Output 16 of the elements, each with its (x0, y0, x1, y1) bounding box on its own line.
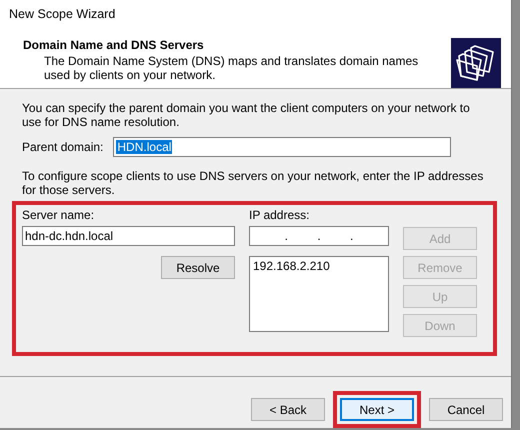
parent-domain-label: Parent domain: (22, 140, 104, 154)
ip-address-label: IP address: (249, 208, 310, 222)
back-button[interactable]: < Back (251, 398, 325, 421)
window-title: New Scope Wizard (9, 6, 116, 21)
server-name-field[interactable]: hdn-dc.hdn.local (22, 226, 235, 246)
parent-domain-field[interactable]: HDN.local (113, 137, 452, 157)
ip-address-field[interactable]: . . . (249, 226, 389, 246)
intro-text: You can specify the parent domain you want the client computers on your network to use for DNS name resolution. (21, 101, 471, 129)
servers-intro-text: To configure scope clients to use DNS servers on your network, enter the IP addresses for those servers. (21, 169, 484, 197)
ip-list-item[interactable]: 192.168.2.210 (252, 259, 386, 273)
page-description: The Domain Name System (DNS) maps and translates domain names used by clients on your network. (43, 54, 420, 82)
next-button[interactable]: Next > (340, 398, 414, 421)
page-title: Domain Name and DNS Servers (23, 38, 205, 52)
cancel-button[interactable]: Cancel (429, 398, 503, 421)
server-name-label: Server name: (22, 208, 96, 222)
resolve-button[interactable]: Resolve (161, 256, 235, 279)
